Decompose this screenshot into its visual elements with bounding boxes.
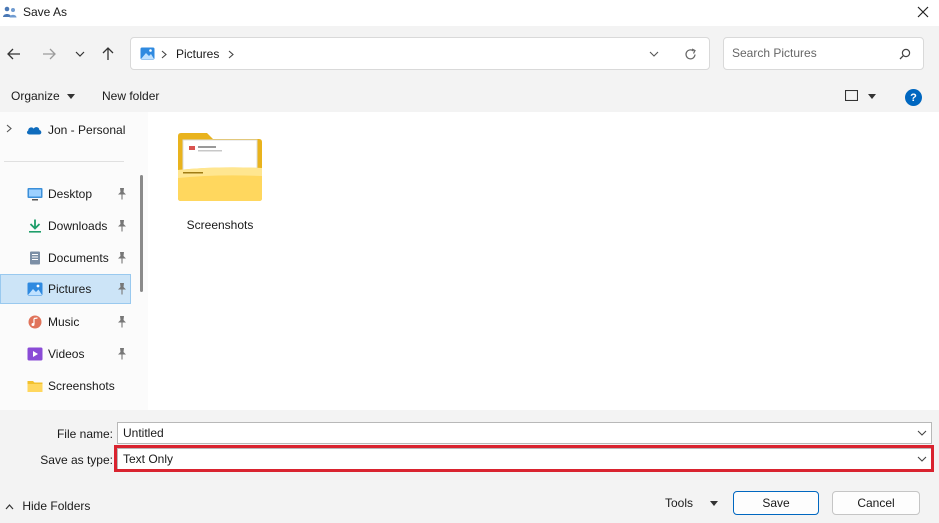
folder-icon <box>27 381 43 392</box>
address-segment-pictures[interactable]: Pictures <box>176 47 219 61</box>
sidebar-item-videos[interactable]: Videos <box>0 340 131 368</box>
address-bar[interactable]: Pictures <box>130 37 710 70</box>
sidebar-item-documents[interactable]: Documents <box>0 244 131 272</box>
download-icon <box>29 219 41 233</box>
save-as-type-dropdown[interactable]: Text Only <box>117 448 932 470</box>
pin-icon[interactable] <box>117 188 127 200</box>
forward-button[interactable] <box>38 45 60 63</box>
videos-icon <box>27 347 43 361</box>
sidebar-item-label: Music <box>48 315 80 329</box>
caret-down-icon <box>710 501 719 507</box>
chevron-down-icon[interactable] <box>917 428 927 438</box>
caret-down-icon <box>67 94 76 100</box>
hide-folders-button[interactable]: Hide Folders <box>5 499 90 513</box>
sidebar-item-label: Videos <box>48 347 85 361</box>
folder-item-screenshots[interactable]: Screenshots <box>172 126 268 236</box>
chevron-down-icon[interactable] <box>649 51 659 58</box>
save-as-icon <box>3 6 17 18</box>
up-button[interactable] <box>97 45 119 63</box>
sidebar-item-label: Desktop <box>48 187 93 201</box>
sidebar-item-music[interactable]: Music <box>0 308 131 336</box>
sidebar-item-label: Pictures <box>48 282 92 296</box>
pictures-icon <box>140 47 155 60</box>
chevron-right-icon[interactable] <box>6 124 12 133</box>
pin-icon[interactable] <box>117 220 127 232</box>
documents-icon <box>30 251 40 265</box>
search-input[interactable] <box>732 46 892 60</box>
title-bar <box>0 0 939 26</box>
music-icon <box>28 315 42 329</box>
hide-folders-label: Hide Folders <box>22 499 91 513</box>
search-box[interactable] <box>723 37 924 70</box>
arrow-up-icon <box>102 47 114 60</box>
sidebar-item-label: Jon - Personal <box>48 123 126 137</box>
sidebar-item-downloads[interactable]: Downloads <box>0 212 131 240</box>
pin-icon[interactable] <box>117 348 127 360</box>
save-as-type-value: Text Only <box>123 452 174 466</box>
pictures-icon <box>27 282 43 296</box>
folder-icon <box>178 133 262 201</box>
chevron-right-icon <box>161 50 167 59</box>
folder-name: Screenshots <box>186 218 254 232</box>
organize-label: Organize <box>11 89 60 103</box>
tools-menu[interactable]: Tools <box>665 496 719 510</box>
search-icon[interactable] <box>899 48 911 60</box>
close-button[interactable] <box>912 2 934 22</box>
sidebar-item-onedrive[interactable]: Jon - Personal <box>0 116 131 144</box>
help-button[interactable]: ? <box>905 89 922 106</box>
arrow-right-icon <box>43 48 56 60</box>
recent-locations-button[interactable] <box>69 45 91 63</box>
view-icon <box>844 89 859 102</box>
pin-icon[interactable] <box>117 316 127 328</box>
view-options-button[interactable] <box>844 89 859 104</box>
chevron-up-icon <box>5 503 14 510</box>
save-as-type-label: Save as type: <box>40 453 113 467</box>
pin-icon[interactable] <box>117 252 127 264</box>
pin-icon[interactable] <box>117 283 127 295</box>
sidebar-item-label: Documents <box>48 251 109 265</box>
sidebar-divider <box>4 161 124 162</box>
organize-menu[interactable]: Organize <box>11 89 76 103</box>
new-folder-button[interactable]: New folder <box>102 89 159 103</box>
caret-down-icon[interactable] <box>868 94 876 99</box>
sidebar-scrollbar[interactable] <box>140 175 143 292</box>
arrow-left-icon <box>7 48 20 60</box>
sidebar-item-screenshots[interactable]: Screenshots <box>0 372 131 400</box>
sidebar-item-desktop[interactable]: Desktop <box>0 180 131 208</box>
file-name-label: File name: <box>56 427 113 441</box>
file-name-combobox[interactable] <box>117 422 932 444</box>
cancel-button[interactable]: Cancel <box>832 491 920 515</box>
tools-label: Tools <box>665 496 694 510</box>
sidebar-item-pictures[interactable]: Pictures <box>0 274 131 304</box>
onedrive-cloud-icon <box>26 127 42 135</box>
chevron-down-icon[interactable] <box>917 454 927 464</box>
close-icon <box>917 6 929 18</box>
back-button[interactable] <box>3 45 25 63</box>
save-button[interactable]: Save <box>733 491 819 515</box>
chevron-right-icon[interactable] <box>228 50 234 59</box>
chevron-down-icon <box>75 51 85 57</box>
window-title: Save As <box>23 5 68 19</box>
sidebar-item-label: Downloads <box>48 219 108 233</box>
desktop-icon <box>27 188 43 201</box>
sidebar-item-label: Screenshots <box>48 379 115 393</box>
refresh-icon[interactable] <box>684 48 697 61</box>
file-name-input[interactable] <box>123 426 903 440</box>
